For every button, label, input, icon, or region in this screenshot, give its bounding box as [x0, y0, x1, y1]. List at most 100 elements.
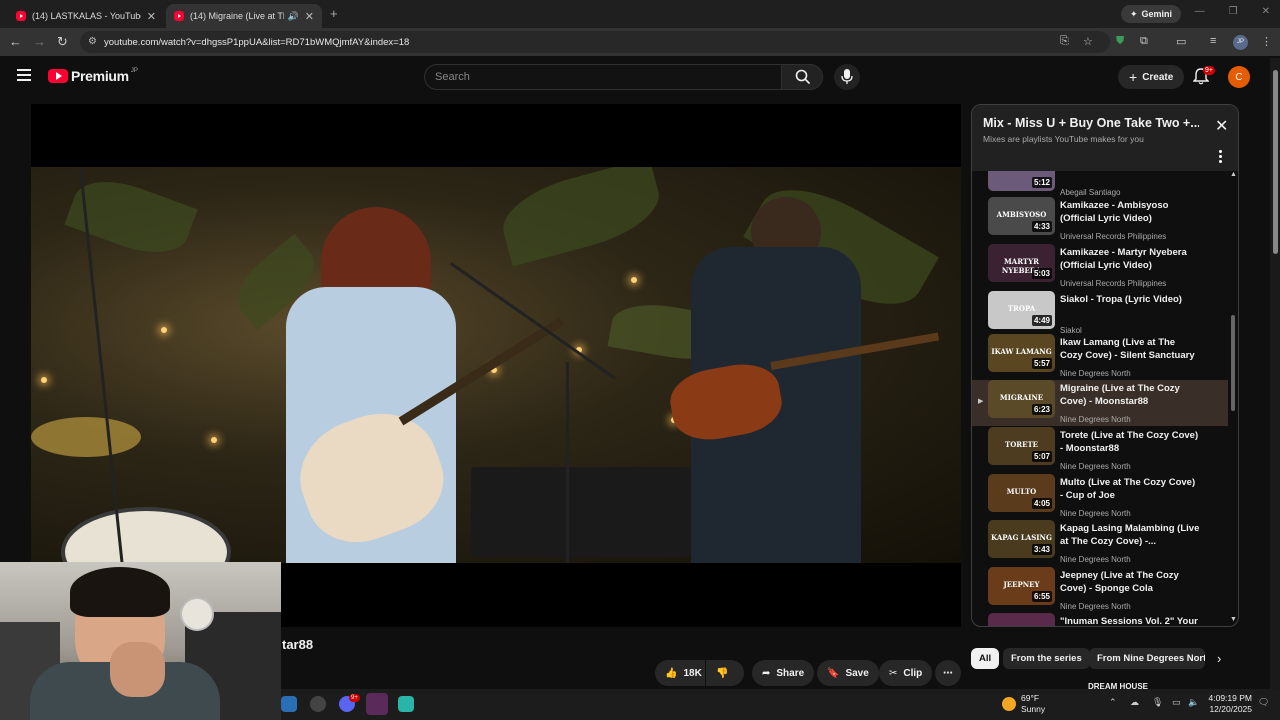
- playlist-item[interactable]: 5:12Kase cover)Abegail Santiago: [972, 171, 1228, 199]
- video-thumbnail[interactable]: JEEPNEY 6:55: [988, 567, 1055, 605]
- playlist-item-title[interactable]: Kamikazee - Ambisyoso (Official Lyric Vi…: [1060, 199, 1200, 225]
- video-thumbnail[interactable]: TORETE 5:07: [988, 427, 1055, 465]
- video-thumbnail[interactable]: MIGRAINE 6:23: [988, 380, 1055, 418]
- thumbnail-text: MULTO: [1006, 487, 1037, 496]
- thumbs-down-icon: 👎: [716, 667, 729, 679]
- playlist-title[interactable]: Mix - Miss U + Buy One Take Two +...: [983, 116, 1199, 130]
- playlist-item[interactable]: KAPAG LASING 3:43 Kapag Lasing Malambing (…: [972, 520, 1228, 566]
- playlist-item-title[interactable]: Kapag Lasing Malambing (Live at The Cozy…: [1060, 522, 1200, 548]
- video-thumbnail[interactable]: MARTYR NYEBERA 5:03: [988, 244, 1055, 282]
- video-duration: 4:49: [1031, 315, 1052, 326]
- create-button[interactable]: + Create: [1118, 65, 1185, 89]
- app-taskbar-icon[interactable]: [310, 696, 326, 712]
- maximize-icon[interactable]: ❐: [1229, 6, 1238, 17]
- page-scrollbar[interactable]: [1270, 58, 1280, 689]
- hamburger-menu-icon[interactable]: [17, 69, 31, 81]
- close-tab-icon[interactable]: ✕: [147, 10, 156, 23]
- side-panel-icon[interactable]: ▭: [1176, 35, 1186, 48]
- minimize-icon[interactable]: —: [1195, 6, 1205, 17]
- weather-widget[interactable]: 69°F Sunny: [1021, 693, 1045, 715]
- video-thumbnail[interactable]: 5:12: [988, 171, 1055, 191]
- playlist-scrollbar[interactable]: [1231, 315, 1235, 411]
- close-playlist-icon[interactable]: ✕: [1215, 119, 1228, 135]
- playlist-item[interactable]: TROPA 4:49 Siakol - Tropa (Lyric Video) Sia…: [972, 291, 1228, 337]
- chip-all[interactable]: All: [971, 648, 1000, 669]
- network-tray-icon[interactable]: ▭: [1172, 697, 1181, 708]
- voice-search-button[interactable]: [834, 64, 860, 90]
- notepad-taskbar-icon[interactable]: [398, 696, 414, 712]
- playlist-item-title[interactable]: Multo (Live at The Cozy Cove) - Cup of J…: [1060, 476, 1200, 502]
- close-window-icon[interactable]: ✕: [1262, 6, 1270, 17]
- playlist-item-title[interactable]: Siakol - Tropa (Lyric Video): [1060, 293, 1200, 306]
- browser-menu-icon[interactable]: ⋮: [1261, 35, 1272, 48]
- audio-playing-icon[interactable]: 🔊: [288, 11, 299, 22]
- playlist-item[interactable]: MULTO 4:05 Multo (Live at The Cozy Cove) -…: [972, 474, 1228, 520]
- youtube-premium-logo[interactable]: Premium JP: [48, 68, 138, 84]
- search-input[interactable]: Search: [424, 64, 782, 90]
- like-button[interactable]: 👍 18K: [655, 660, 705, 686]
- video-duration: 4:33: [1031, 221, 1052, 232]
- address-bar[interactable]: ⚙ youtube.com/watch?v=dhgssP1ppUA&list=R…: [80, 31, 1110, 53]
- video-duration: 6:55: [1031, 591, 1052, 602]
- close-tab-icon[interactable]: ✕: [305, 10, 314, 23]
- chip-from-the-series[interactable]: From the series: [1003, 648, 1090, 669]
- video-thumbnail[interactable]: MULTO 4:05: [988, 474, 1055, 512]
- playlist-item-title[interactable]: Jeepney (Live at The Cozy Cove) - Sponge…: [1060, 569, 1200, 595]
- install-app-icon[interactable]: ⎘: [1060, 35, 1069, 48]
- dislike-button[interactable]: 👎: [706, 660, 744, 686]
- playlist-item-title[interactable]: Migraine (Live at The Cozy Cove) - Moons…: [1060, 382, 1200, 408]
- video-thumbnail[interactable]: AMBISYOSO 4:33: [988, 197, 1055, 235]
- playlist-item-title[interactable]: "Inuman Sessions Vol. 2" Your: [1060, 615, 1200, 626]
- video-thumbnail[interactable]: TROPA 4:49: [988, 291, 1055, 329]
- playlist-item[interactable]: JEEPNEY 6:55 Jeepney (Live at The Cozy Cov…: [972, 567, 1228, 613]
- playlist-item[interactable]: IKAW LAMANG 5:57 Ikaw Lamang (Live at The …: [972, 334, 1228, 380]
- account-avatar[interactable]: C: [1228, 66, 1250, 88]
- playlist-item[interactable]: MARTYR NYEBERA 5:03 Kamikazee - Martyr Nye…: [972, 244, 1228, 290]
- scroll-up-icon[interactable]: ▲: [1230, 171, 1237, 178]
- clip-button[interactable]: ✂ Clip: [879, 660, 933, 686]
- thumbnail-text: TORETE: [1004, 440, 1038, 449]
- save-button[interactable]: 🔖 Save: [817, 660, 879, 686]
- more-actions-button[interactable]: ⋯: [935, 660, 961, 686]
- chips-next-chevron-icon[interactable]: ›: [1217, 651, 1221, 666]
- playlist-more-icon[interactable]: [1219, 150, 1223, 165]
- share-button[interactable]: ➦ Share: [752, 660, 815, 686]
- video-thumbnail[interactable]: IKAW LAMANG 5:57: [988, 334, 1055, 372]
- playlist-item-title[interactable]: Kamikazee - Martyr Nyebera (Official Lyr…: [1060, 246, 1200, 272]
- bookmark-star-icon[interactable]: ☆: [1083, 35, 1093, 48]
- taskbar-clock[interactable]: 4:09:19 PM 12/20/2025: [1208, 693, 1252, 715]
- thumbnail-text: MIGRAINE: [999, 393, 1044, 402]
- video-player[interactable]: [31, 104, 961, 627]
- chip-from-nine-degrees-north[interactable]: From Nine Degrees North: [1089, 648, 1205, 669]
- volume-tray-icon[interactable]: 🔈: [1188, 697, 1199, 708]
- extensions-puzzle-icon[interactable]: ⧉: [1140, 35, 1148, 48]
- playlist-item[interactable]: "Inuman Sessions Vol. 2" Your: [972, 613, 1228, 626]
- shield-extension-icon[interactable]: ⛊: [1116, 35, 1124, 48]
- browser-tab-lastkalas[interactable]: (14) LASTKALAS - YouTube ✕: [8, 4, 164, 28]
- forward-arrow-icon[interactable]: →: [33, 34, 46, 49]
- back-arrow-icon[interactable]: ←: [9, 34, 22, 49]
- notification-center-icon[interactable]: 🗨: [1258, 697, 1269, 708]
- playlist-item-title[interactable]: Torete (Live at The Cozy Cove) - Moonsta…: [1060, 429, 1200, 455]
- steam-taskbar-icon[interactable]: [281, 696, 297, 712]
- tray-chevron-icon[interactable]: ⌃: [1109, 697, 1117, 708]
- profile-avatar[interactable]: JP: [1233, 35, 1248, 50]
- site-info-icon[interactable]: ⚙: [88, 36, 97, 47]
- mic-tray-icon[interactable]: 🎙: [1152, 697, 1163, 708]
- scroll-down-icon[interactable]: ▼: [1230, 616, 1237, 623]
- active-app-taskbar-icon[interactable]: [366, 693, 388, 715]
- cloud-tray-icon[interactable]: ☁: [1130, 697, 1139, 708]
- browser-tab-migraine[interactable]: (14) Migraine (Live at The C 🔊 ✕: [166, 4, 322, 28]
- playlist-item[interactable]: ▶ MIGRAINE 6:23 Migraine (Live at The Cozy …: [972, 380, 1228, 426]
- gemini-button[interactable]: ✦ Gemini: [1121, 5, 1182, 23]
- url-text: youtube.com/watch?v=dhgssP1ppUA&list=RD7…: [104, 36, 410, 48]
- media-control-icon[interactable]: ≡: [1210, 35, 1216, 47]
- search-button[interactable]: [781, 64, 823, 90]
- playlist-item[interactable]: TORETE 5:07 Torete (Live at The Cozy Cove)…: [972, 427, 1228, 473]
- new-tab-icon[interactable]: +: [330, 6, 338, 21]
- video-thumbnail[interactable]: [988, 613, 1055, 626]
- playlist-item[interactable]: AMBISYOSO 4:33 Kamikazee - Ambisyoso (Offi…: [972, 197, 1228, 243]
- playlist-item-title[interactable]: Ikaw Lamang (Live at The Cozy Cove) - Si…: [1060, 336, 1200, 362]
- reload-icon[interactable]: ↻: [57, 34, 68, 50]
- video-thumbnail[interactable]: KAPAG LASING 3:43: [988, 520, 1055, 558]
